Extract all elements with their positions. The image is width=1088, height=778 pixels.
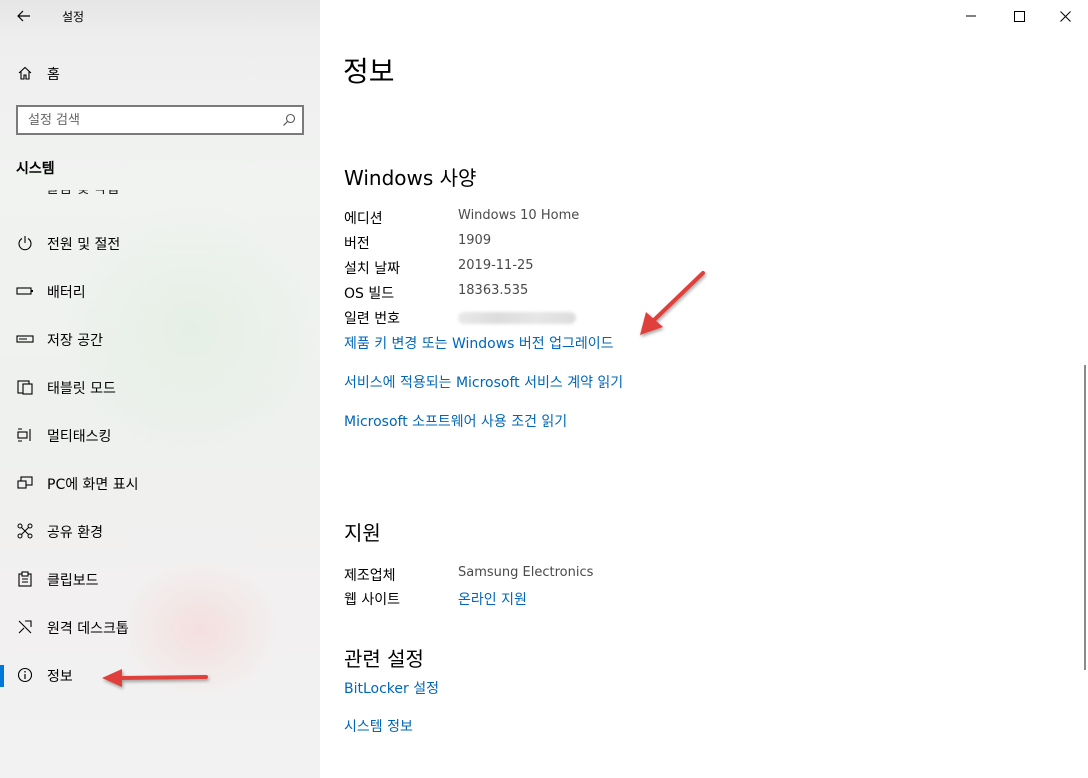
sidebar-item-label: 공유 환경 (47, 525, 103, 541)
serial-number-value-redacted (458, 312, 576, 324)
section-title: 시스템 (16, 161, 55, 177)
install-date-label: 설치 날짜 (344, 261, 400, 277)
edition-value: Windows 10 Home (458, 208, 580, 223)
minimize-icon (966, 15, 976, 17)
sidebar-item-label: 클립보드 (47, 573, 99, 589)
serial-number-label: 일련 번호 (344, 311, 400, 327)
install-date-value: 2019-11-25 (458, 258, 534, 273)
storage-icon (16, 331, 34, 347)
sidebar-item-about[interactable]: 정보 (0, 655, 320, 695)
multitasking-icon (16, 427, 34, 443)
change-product-key-link[interactable]: 제품 키 변경 또는 Windows 버전 업그레이드 (344, 333, 614, 353)
sidebar-item-label: 전원 및 절전 (47, 237, 121, 253)
license-terms-link[interactable]: Microsoft 소프트웨어 사용 조건 읽기 (344, 411, 567, 431)
power-icon (16, 235, 34, 251)
sidebar-item-label: 태블릿 모드 (47, 381, 116, 397)
close-button[interactable] (1042, 0, 1088, 32)
support-heading: 지원 (344, 521, 381, 545)
edition-label: 에디션 (344, 211, 383, 227)
os-build-value: 18363.535 (458, 283, 529, 298)
edition-row: 에디션 Windows 10 Home (344, 208, 944, 228)
main-content: 정보 Windows 사양 에디션 Windows 10 Home 버전 190… (320, 0, 1088, 778)
battery-icon (16, 283, 34, 299)
maximize-button[interactable] (996, 0, 1042, 32)
maximize-icon (1013, 10, 1025, 22)
info-icon (16, 667, 34, 683)
manufacturer-row: 제조업체 Samsung Electronics (344, 565, 944, 585)
sidebar-item-remote-desktop[interactable]: 원격 데스크톱 (0, 607, 320, 647)
back-arrow-icon (17, 10, 30, 22)
shared-experiences-icon (16, 523, 34, 539)
website-row: 웹 사이트 온라인 지원 (344, 589, 944, 609)
manufacturer-value: Samsung Electronics (458, 565, 594, 580)
sidebar-item-label: 멀티태스킹 (47, 429, 112, 445)
scrollbar[interactable] (1084, 365, 1086, 670)
sidebar-item-partial[interactable]: 알림 및 작업 (46, 190, 126, 199)
home-icon (18, 66, 32, 80)
app-title: 설정 (62, 10, 85, 24)
tablet-mode-icon (16, 379, 34, 395)
sidebar: 설정 홈 시스템 알림 및 작업 전원 및 절전 (0, 0, 320, 778)
sidebar-item-home[interactable]: 홈 (0, 60, 320, 86)
website-label: 웹 사이트 (344, 592, 400, 608)
related-settings-heading: 관련 설정 (344, 647, 424, 671)
close-icon (1059, 10, 1071, 22)
sidebar-item-multitasking[interactable]: 멀티태스킹 (0, 415, 320, 455)
windows-spec-heading: Windows 사양 (344, 166, 477, 190)
version-value: 1909 (458, 233, 492, 248)
remote-desktop-icon (16, 619, 34, 635)
sidebar-item-shared-experiences[interactable]: 공유 환경 (0, 511, 320, 551)
manufacturer-label: 제조업체 (344, 568, 396, 584)
sidebar-item-project[interactable]: PC에 화면 표시 (0, 463, 320, 503)
search-icon[interactable] (282, 113, 296, 127)
os-build-label: OS 빌드 (344, 286, 395, 302)
sidebar-item-label: 정보 (47, 669, 73, 685)
online-support-link[interactable]: 온라인 지원 (458, 589, 527, 609)
project-icon (16, 475, 34, 491)
sidebar-item-label: 배터리 (47, 285, 86, 301)
sidebar-item-power[interactable]: 전원 및 절전 (0, 223, 320, 263)
sidebar-item-label: 원격 데스크톱 (47, 621, 129, 637)
serial-number-row: 일련 번호 (344, 308, 944, 328)
sidebar-item-label: 알림 및 작업 (46, 190, 126, 198)
search-box[interactable] (16, 105, 304, 135)
page-title: 정보 (343, 55, 395, 88)
system-info-link[interactable]: 시스템 정보 (344, 716, 413, 736)
search-input[interactable] (18, 107, 268, 133)
os-build-row: OS 빌드 18363.535 (344, 283, 944, 303)
version-row: 버전 1909 (344, 233, 944, 253)
clipboard-icon (16, 571, 34, 587)
sidebar-item-label: 저장 공간 (47, 333, 103, 349)
sidebar-item-tablet-mode[interactable]: 태블릿 모드 (0, 367, 320, 407)
back-button[interactable] (10, 4, 38, 28)
services-agreement-link[interactable]: 서비스에 적용되는 Microsoft 서비스 계약 읽기 (344, 372, 623, 392)
bitlocker-settings-link[interactable]: BitLocker 설정 (344, 678, 439, 698)
sidebar-item-label: PC에 화면 표시 (47, 477, 139, 493)
sidebar-item-battery[interactable]: 배터리 (0, 271, 320, 311)
install-date-row: 설치 날짜 2019-11-25 (344, 258, 944, 278)
sidebar-item-clipboard[interactable]: 클립보드 (0, 559, 320, 599)
version-label: 버전 (344, 236, 370, 252)
sidebar-item-storage[interactable]: 저장 공간 (0, 319, 320, 359)
sidebar-item-label: 홈 (47, 67, 60, 83)
selection-indicator (0, 665, 4, 687)
minimize-button[interactable] (948, 0, 994, 32)
